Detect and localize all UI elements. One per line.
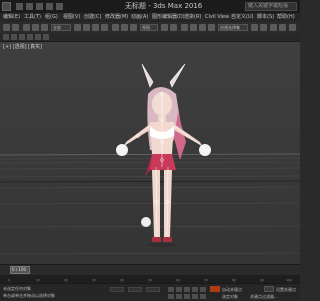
- ribbon-tab-icon[interactable]: [19, 34, 25, 40]
- selected-dropdown[interactable]: 选定对象: [222, 294, 238, 300]
- window-title: 无标题 - 3ds Max 2016: [125, 2, 203, 10]
- go-to-start-icon[interactable]: [168, 287, 174, 292]
- redo-icon[interactable]: [56, 3, 63, 10]
- render-icon[interactable]: [289, 24, 296, 31]
- rotate-icon[interactable]: [121, 24, 128, 31]
- menu-edit[interactable]: 编辑(E): [3, 13, 20, 22]
- y-coordinate-field[interactable]: [128, 287, 142, 292]
- tick-label: 50: [148, 278, 152, 282]
- ribbon-tab-icon[interactable]: [3, 34, 9, 40]
- snaps-toggle-icon[interactable]: [181, 24, 188, 31]
- new-file-icon[interactable]: [16, 3, 23, 10]
- menu-modifiers[interactable]: 修改器(M): [105, 13, 128, 22]
- move-icon[interactable]: [112, 24, 119, 31]
- ribbon-toolbar: [0, 33, 300, 42]
- pivot-center-icon[interactable]: [161, 24, 168, 31]
- maximize-viewport-icon[interactable]: [200, 294, 206, 299]
- select-by-name-icon[interactable]: [83, 24, 90, 31]
- orbit-icon[interactable]: [192, 294, 198, 299]
- tick-label: 90: [260, 278, 264, 282]
- menu-graph-editors[interactable]: 图形编辑器(D): [152, 13, 185, 22]
- manipulate-icon[interactable]: [170, 24, 177, 31]
- menu-customize[interactable]: 自定义(U): [231, 13, 254, 22]
- ribbon-tab-icon[interactable]: [43, 34, 49, 40]
- x-coordinate-field[interactable]: [110, 287, 124, 292]
- go-to-end-icon[interactable]: [200, 287, 206, 292]
- zoom-all-icon[interactable]: [176, 294, 182, 299]
- named-selection-dropdown[interactable]: 创建选择集: [218, 24, 248, 31]
- ribbon-tab-icon[interactable]: [27, 34, 33, 40]
- bind-space-warp-icon[interactable]: [41, 24, 48, 31]
- link-icon[interactable]: [23, 24, 30, 31]
- ribbon-tab-icon[interactable]: [11, 34, 17, 40]
- auto-key-button[interactable]: [210, 286, 220, 292]
- track-bar[interactable]: 0 10 20 30 40 50 60 70 80 90 100: [0, 275, 300, 286]
- selection-filter-dropdown[interactable]: 全部: [51, 24, 71, 31]
- tick-label: 30: [92, 278, 96, 282]
- mirror-icon[interactable]: [251, 24, 258, 31]
- previous-frame-icon[interactable]: [176, 287, 182, 292]
- z-coordinate-field[interactable]: [146, 287, 160, 292]
- prompt-line: 单击或单击并拖动以选择对象: [3, 293, 55, 298]
- curve-editor-icon[interactable]: [270, 24, 277, 31]
- spinner-snap-icon[interactable]: [208, 24, 215, 31]
- menu-rendering[interactable]: 渲染(R): [184, 13, 201, 22]
- menu-civil-view[interactable]: Civil View: [205, 13, 229, 22]
- perspective-viewport[interactable]: [+] [透视] [真实]: [0, 42, 300, 264]
- material-editor-icon[interactable]: [279, 24, 286, 31]
- menu-group[interactable]: 组(G): [45, 13, 58, 22]
- redo-toolbar-icon[interactable]: [12, 24, 19, 31]
- menu-scripting[interactable]: 脚本(S): [257, 13, 274, 22]
- ribbon-tab-icon[interactable]: [35, 34, 41, 40]
- viewport-scene: [0, 42, 300, 264]
- angle-snap-icon[interactable]: [190, 24, 197, 31]
- next-frame-icon[interactable]: [192, 287, 198, 292]
- pan-view-icon[interactable]: [184, 294, 190, 299]
- undo-icon[interactable]: [46, 3, 53, 10]
- reference-coordinate-dropdown[interactable]: 视图: [140, 24, 158, 31]
- select-object-icon[interactable]: [74, 24, 81, 31]
- rectangular-selection-icon[interactable]: [92, 24, 99, 31]
- undo-toolbar-icon[interactable]: [3, 24, 10, 31]
- menu-help[interactable]: 帮助(H): [277, 13, 295, 22]
- menu-views[interactable]: 视图(V): [63, 13, 80, 22]
- zoom-icon[interactable]: [168, 294, 174, 299]
- play-icon[interactable]: [184, 287, 190, 292]
- tick-label: 20: [64, 278, 68, 282]
- tick-label: 40: [120, 278, 124, 282]
- menu-tools[interactable]: 工具(T): [24, 13, 41, 22]
- status-bar: 未选定任何对象 单击或单击并拖动以选择对象 自动关键点 设置关键点 选定对象 关…: [0, 283, 300, 301]
- save-file-icon[interactable]: [36, 3, 43, 10]
- tick-label: 60: [176, 278, 180, 282]
- align-icon[interactable]: [260, 24, 267, 31]
- scale-icon[interactable]: [130, 24, 137, 31]
- key-filters-button[interactable]: 关键点过滤器...: [250, 294, 278, 300]
- tick-label: 10: [36, 278, 40, 282]
- window-crossing-icon[interactable]: [101, 24, 108, 31]
- menu-animation[interactable]: 动画(A): [131, 13, 148, 22]
- app-logo-icon[interactable]: [2, 2, 11, 11]
- title-bar: 无标题 - 3ds Max 2016 键入关键字或短语: [0, 0, 300, 14]
- tick-label: 0: [8, 278, 10, 282]
- set-key-button[interactable]: [264, 286, 274, 292]
- percent-snap-icon[interactable]: [199, 24, 206, 31]
- selection-status: 未选定任何对象: [3, 286, 31, 291]
- tick-label: 80: [232, 278, 236, 282]
- open-file-icon[interactable]: [26, 3, 33, 10]
- viewport-label[interactable]: [+] [透视] [真实]: [3, 43, 42, 50]
- unlink-icon[interactable]: [32, 24, 39, 31]
- tick-label: 100: [286, 278, 292, 282]
- set-key-label: 设置关键点: [276, 287, 296, 292]
- auto-key-label: 自动关键点: [222, 287, 242, 292]
- tick-label: 70: [204, 278, 208, 282]
- frame-indicator: 0 / 100: [12, 267, 27, 272]
- search-input[interactable]: 键入关键字或短语: [245, 2, 297, 11]
- menu-create[interactable]: 创建(C): [84, 13, 101, 22]
